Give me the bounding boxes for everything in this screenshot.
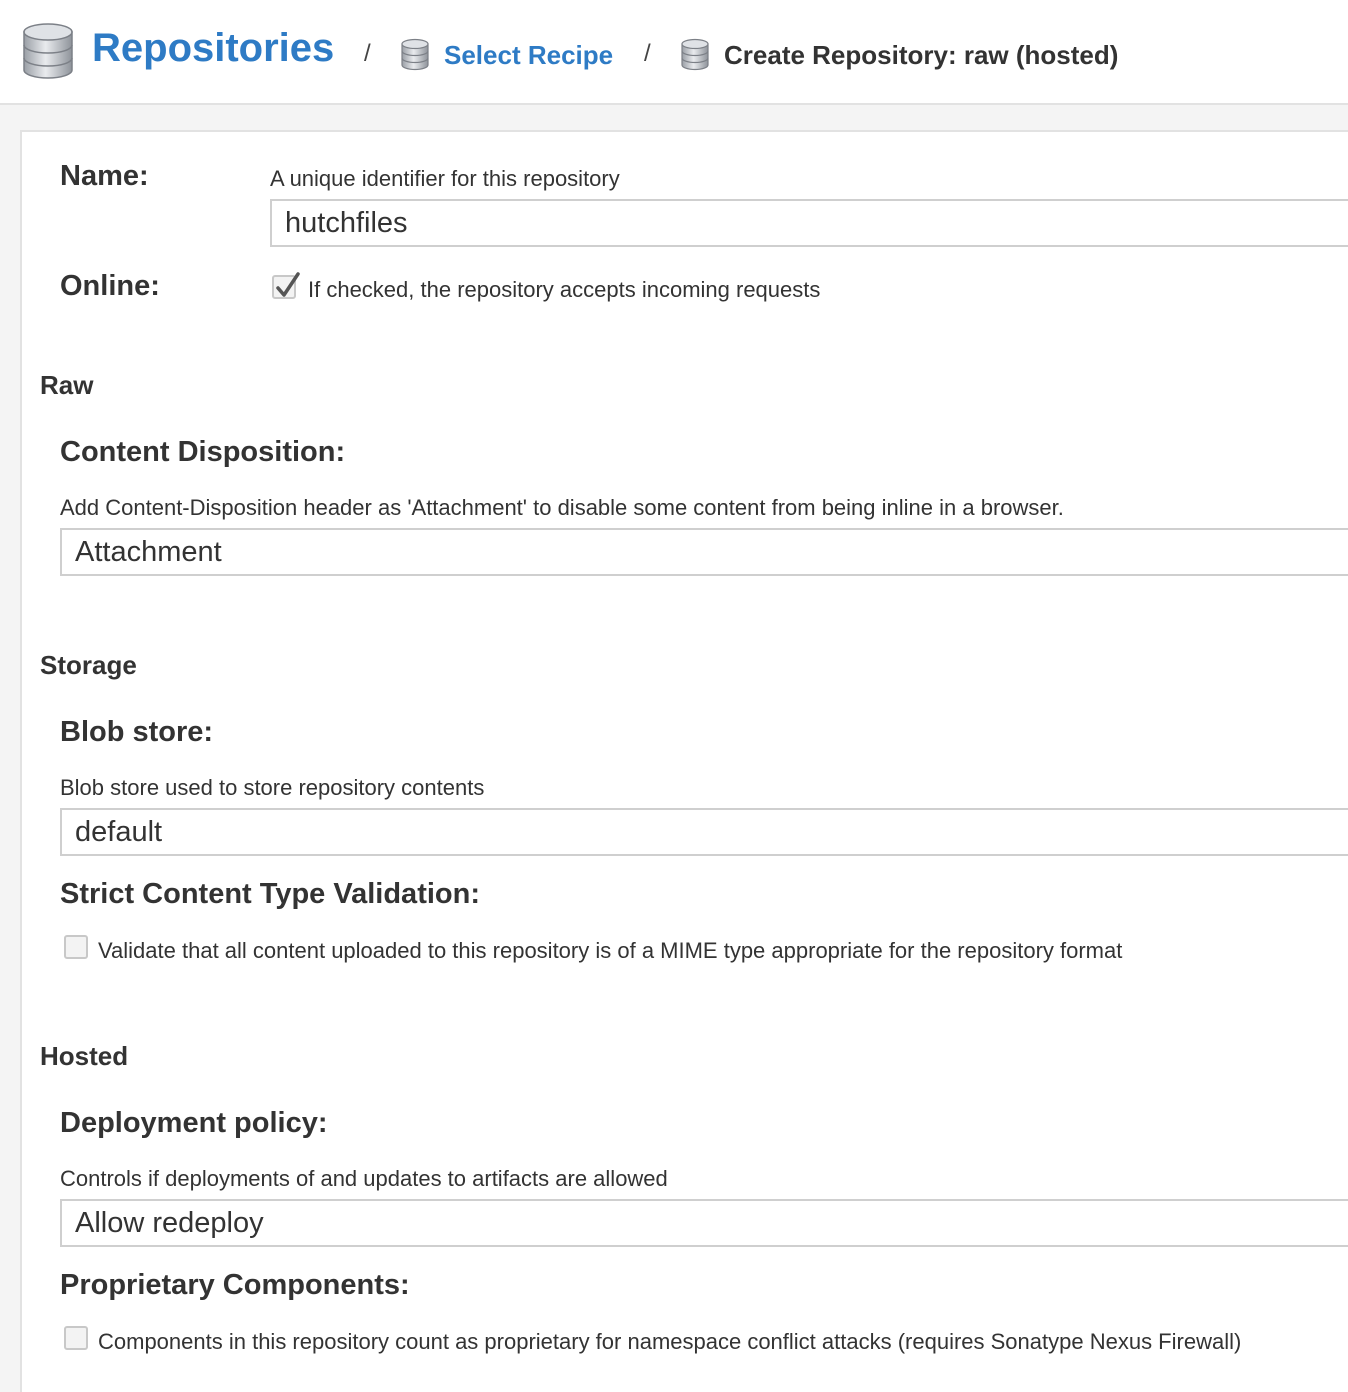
section-raw: Raw xyxy=(40,370,94,400)
checkmark-icon xyxy=(276,272,300,297)
blob-store-help: Blob store used to store repository cont… xyxy=(60,775,485,800)
deployment-policy-select[interactable]: Allow redeploy xyxy=(60,1199,1348,1247)
create-repository-form: Name: A unique identifier for this repos… xyxy=(20,130,1348,1392)
name-help: A unique identifier for this repository xyxy=(270,166,620,191)
content-disposition-label: Content Disposition: xyxy=(60,436,346,468)
breadcrumb-separator: / xyxy=(644,40,651,67)
page-header: Repositories / Select Recipe / Create Re… xyxy=(0,0,1348,105)
content-disposition-help: Add Content-Disposition header as 'Attac… xyxy=(60,495,1064,520)
database-icon xyxy=(680,38,710,71)
database-icon xyxy=(21,22,75,80)
breadcrumb-repositories-link[interactable]: Repositories xyxy=(92,26,334,71)
content-disposition-select[interactable]: Attachment xyxy=(60,528,1348,576)
proprietary-components-description: Components in this repository count as p… xyxy=(98,1329,1242,1354)
proprietary-components-checkbox[interactable] xyxy=(64,1326,88,1350)
breadcrumb-separator: / xyxy=(364,40,371,67)
database-icon xyxy=(400,38,430,71)
breadcrumb-select-recipe-link[interactable]: Select Recipe xyxy=(444,40,613,71)
blob-store-label: Blob store: xyxy=(60,716,214,748)
online-checkbox[interactable] xyxy=(272,272,300,299)
online-description: If checked, the repository accepts incom… xyxy=(308,277,821,302)
breadcrumb-current-page: Create Repository: raw (hosted) xyxy=(724,40,1119,70)
proprietary-components-label: Proprietary Components: xyxy=(60,1269,410,1301)
online-label: Online: xyxy=(60,270,160,302)
strict-validation-label: Strict Content Type Validation: xyxy=(60,878,480,910)
strict-validation-checkbox[interactable] xyxy=(64,935,88,959)
deployment-policy-label: Deployment policy: xyxy=(60,1107,328,1139)
section-hosted: Hosted xyxy=(40,1041,129,1071)
name-label: Name: xyxy=(60,160,149,192)
strict-validation-description: Validate that all content uploaded to th… xyxy=(98,938,1123,963)
blob-store-select[interactable]: default xyxy=(60,808,1348,856)
name-input[interactable]: hutchfiles xyxy=(270,199,1348,247)
deployment-policy-help: Controls if deployments of and updates t… xyxy=(60,1166,668,1191)
section-storage: Storage xyxy=(40,650,137,680)
